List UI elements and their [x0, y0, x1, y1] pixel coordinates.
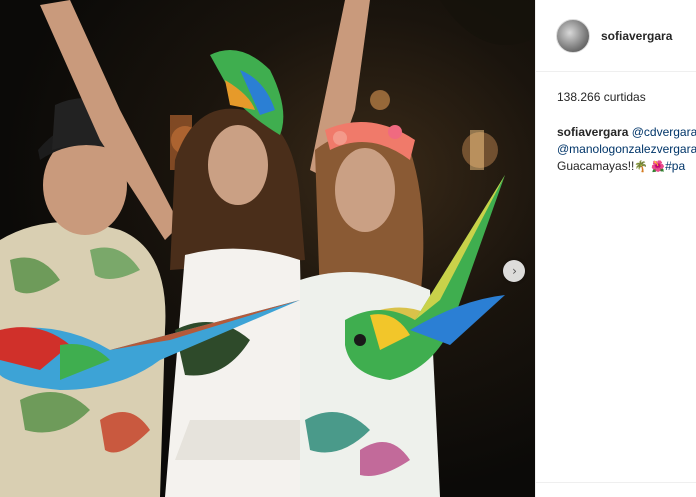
- photo-illustration: [0, 0, 535, 497]
- caption-text: Guacamayas!!: [557, 159, 635, 173]
- caption-line-1: sofiavergara @cdvergara: [557, 124, 696, 141]
- caption-mention-1[interactable]: @cdvergara: [632, 125, 696, 139]
- caption-line-3: Guacamayas!!🌴 🌺#pa: [557, 158, 696, 175]
- caption-hashtag[interactable]: #pa: [665, 159, 685, 173]
- header-username[interactable]: sofiavergara: [601, 29, 672, 43]
- post-photo[interactable]: ›: [0, 0, 535, 497]
- post-caption: sofiavergara @cdvergara @manologonzalezv…: [557, 124, 696, 175]
- avatar[interactable]: [556, 18, 590, 53]
- palm-tree-emoji: 🌴: [634, 160, 649, 173]
- likes-count[interactable]: 138.266 curtidas: [557, 90, 646, 104]
- caption-mention-2[interactable]: @manologonzalezvergara: [557, 142, 696, 156]
- next-photo-button[interactable]: ›: [503, 260, 525, 282]
- hibiscus-emoji: 🌺: [651, 160, 666, 173]
- post-sidebar: sofiavergara 138.266 curtidas sofiaverga…: [535, 0, 696, 497]
- divider: [536, 482, 696, 483]
- post-header: sofiavergara: [536, 0, 696, 72]
- caption-author[interactable]: sofiavergara: [557, 125, 628, 139]
- chevron-right-icon: ›: [512, 264, 517, 278]
- caption-line-2: @manologonzalezvergara: [557, 141, 696, 158]
- right-woman-figure: [300, 0, 450, 497]
